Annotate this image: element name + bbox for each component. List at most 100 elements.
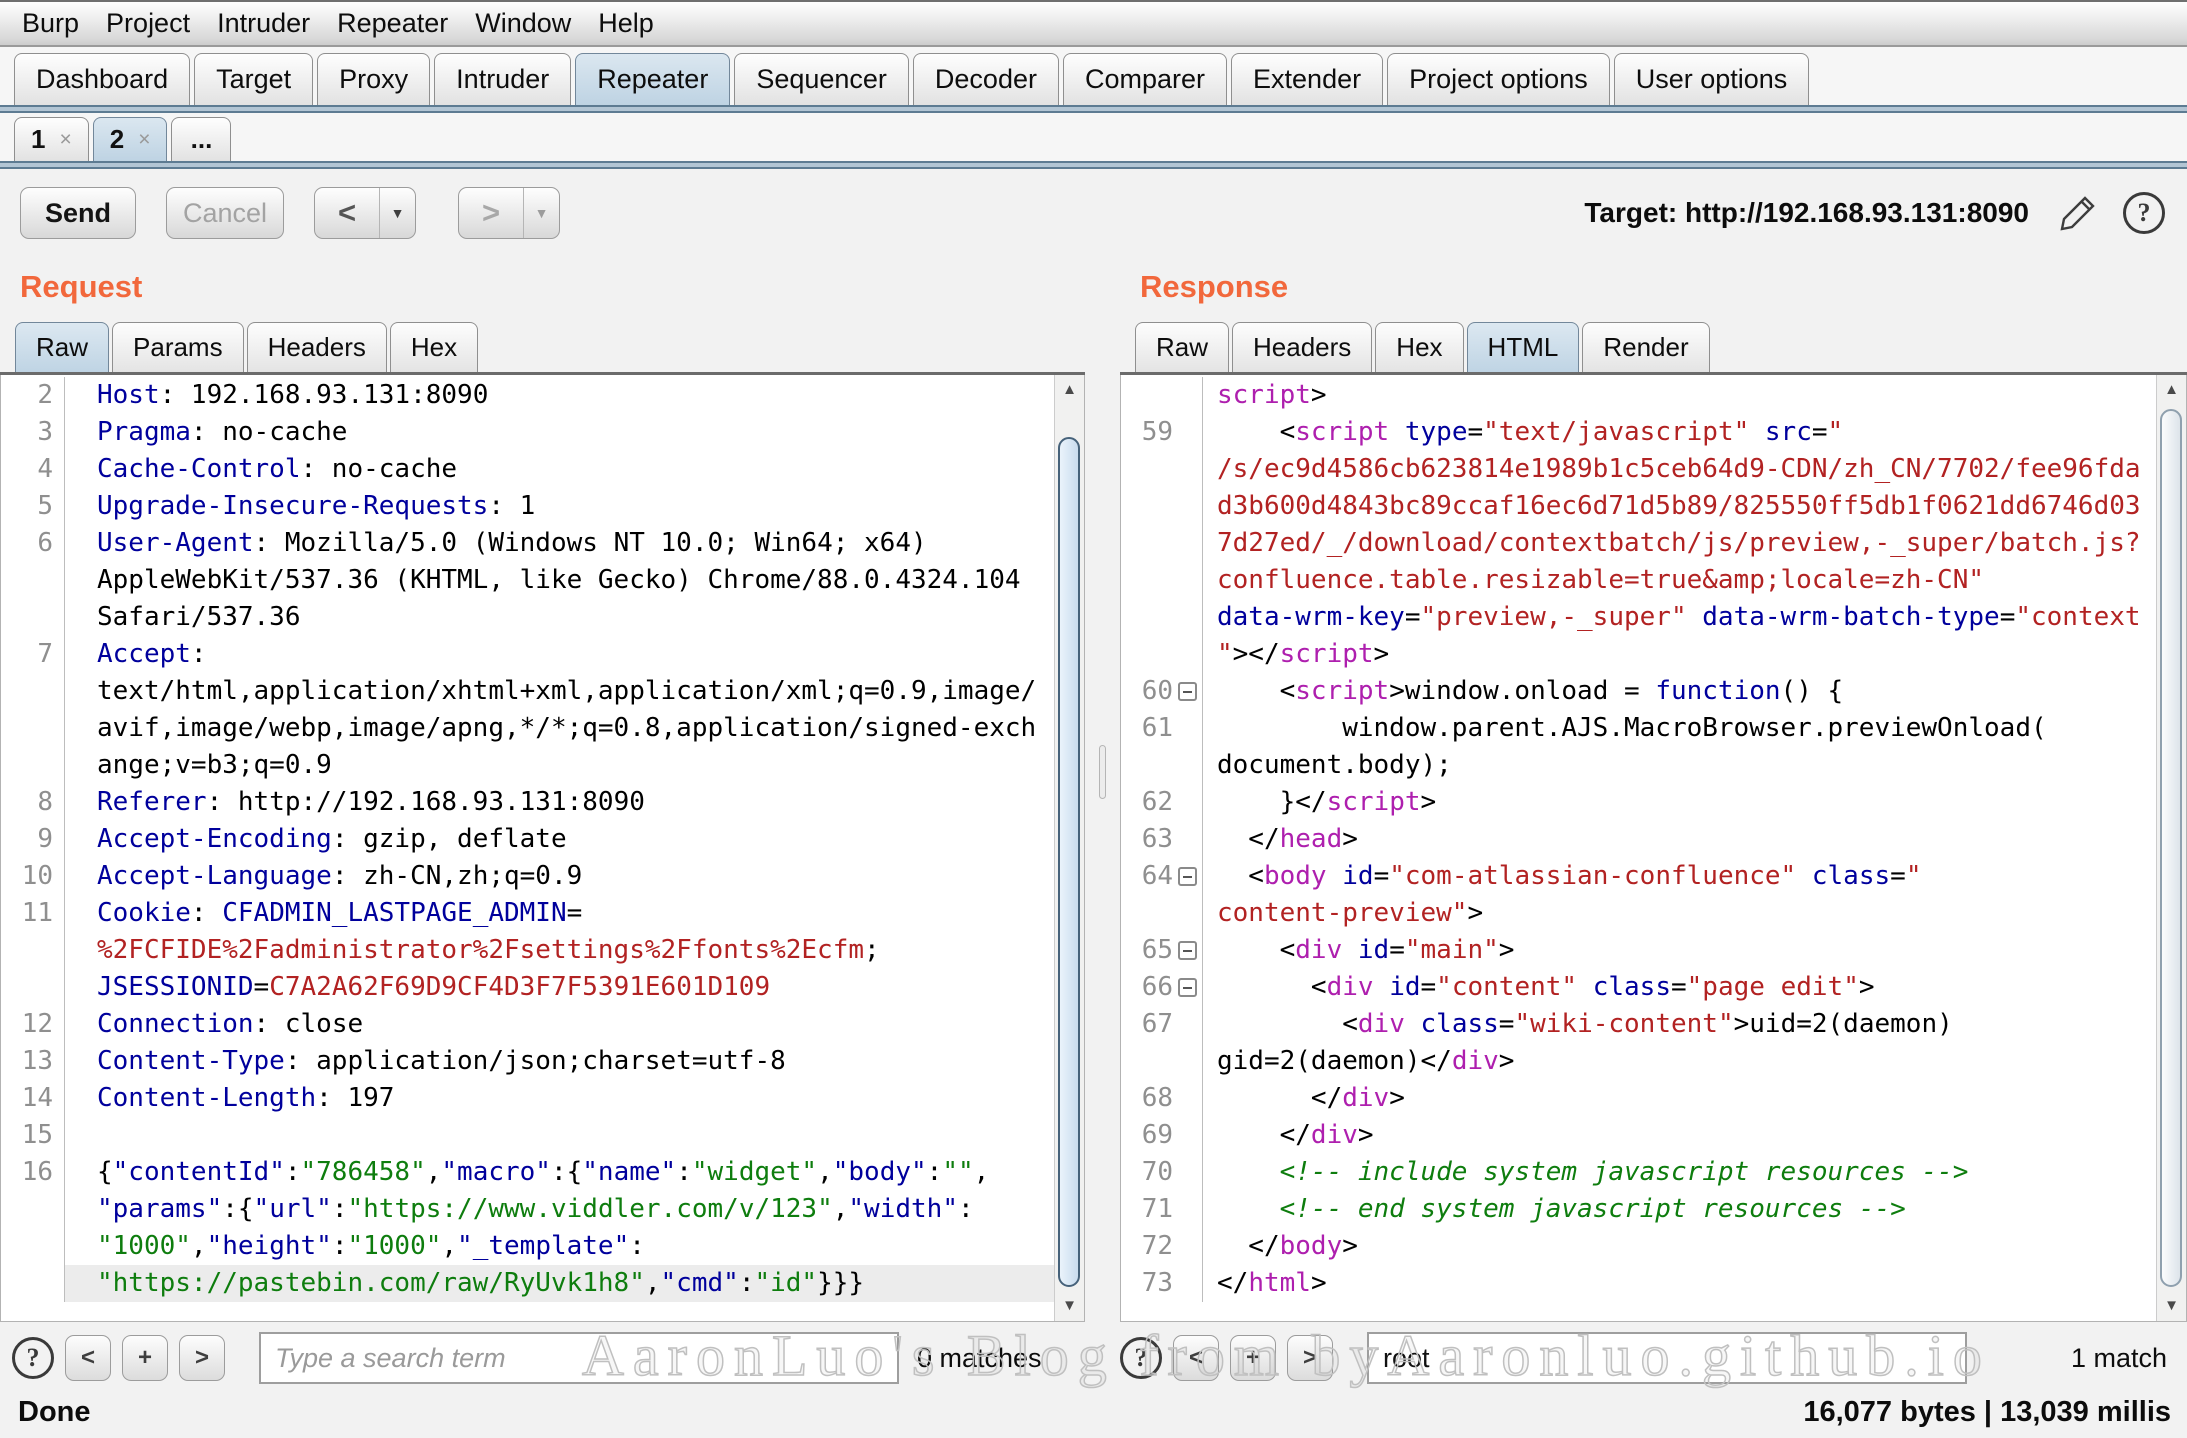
send-button[interactable]: Send	[20, 187, 136, 239]
request-scrollbar-thumb[interactable]	[1058, 437, 1080, 1287]
request-search-add-button[interactable]: +	[122, 1335, 168, 1381]
fold-icon[interactable]	[1178, 682, 1197, 701]
menu-bar: Burp Project Intruder Repeater Window Help	[0, 0, 2187, 47]
edit-target-icon[interactable]	[2055, 190, 2101, 236]
tab-repeater[interactable]: Repeater	[575, 53, 730, 105]
session-bar-divider	[0, 161, 2187, 169]
scroll-down-icon[interactable]: ▼	[1055, 1291, 1084, 1321]
close-icon[interactable]: ×	[59, 128, 71, 152]
response-size-time: 16,077 bytes | 13,039 millis	[1803, 1396, 2171, 1429]
back-dropdown-icon[interactable]: ▼	[379, 188, 415, 238]
response-code-line: data-wrm-key="preview,-_super" data-wrm-…	[1121, 599, 2156, 636]
request-tab-hex[interactable]: Hex	[390, 322, 478, 372]
menu-item-help[interactable]: Help	[598, 8, 654, 39]
tab-bar-divider	[0, 105, 2187, 113]
response-search-next-button[interactable]: >	[1287, 1335, 1333, 1381]
request-tab-headers[interactable]: Headers	[247, 322, 387, 372]
fold-icon[interactable]	[1178, 867, 1197, 886]
menu-item-repeater[interactable]: Repeater	[337, 8, 448, 39]
request-search-next-button[interactable]: >	[179, 1335, 225, 1381]
request-code-line: 7Accept:	[1, 636, 1054, 673]
response-code-line: d3b600d4843bc89ccaf16ec6d71d5b89/825550f…	[1121, 488, 2156, 525]
request-pane-title: Request	[0, 257, 1085, 311]
session-tab-1[interactable]: 1×	[14, 117, 89, 161]
response-code-line: 60 <script>window.onload = function() {	[1121, 673, 2156, 710]
next-request-button[interactable]: > ▼	[458, 187, 560, 239]
response-code-line: gid=2(daemon)</div>	[1121, 1043, 2156, 1080]
tab-project-options[interactable]: Project options	[1387, 53, 1610, 105]
response-scrollbar-thumb[interactable]	[2160, 409, 2182, 1287]
tab-dashboard[interactable]: Dashboard	[14, 53, 190, 105]
splitter-handle[interactable]	[1099, 745, 1106, 799]
response-code-line: 64 <body id="com-atlassian-confluence" c…	[1121, 858, 2156, 895]
response-pane-title: Response	[1120, 257, 2187, 311]
request-search-prev-button[interactable]: <	[65, 1335, 111, 1381]
cancel-button[interactable]: Cancel	[166, 187, 284, 239]
tab-intruder[interactable]: Intruder	[434, 53, 571, 105]
response-code-line: 69 </div>	[1121, 1117, 2156, 1154]
response-tab-raw[interactable]: Raw	[1135, 322, 1229, 372]
scroll-up-icon[interactable]: ▲	[2157, 375, 2186, 405]
request-code-line: avif,image/webp,image/apng,*/*;q=0.8,app…	[1, 710, 1054, 747]
request-code-line: 13Content-Type: application/json;charset…	[1, 1043, 1054, 1080]
session-tab-2[interactable]: 2×	[93, 117, 168, 161]
response-code-line: 62 }</script>	[1121, 784, 2156, 821]
response-code-line: confluence.table.resizable=true&amp;loca…	[1121, 562, 2156, 599]
menu-item-intruder[interactable]: Intruder	[217, 8, 310, 39]
menu-item-project[interactable]: Project	[106, 8, 190, 39]
previous-request-button[interactable]: < ▼	[314, 187, 416, 239]
tab-proxy[interactable]: Proxy	[317, 53, 430, 105]
request-tab-params[interactable]: Params	[112, 322, 244, 372]
pane-splitter[interactable]	[1085, 257, 1120, 1322]
menu-item-window[interactable]: Window	[475, 8, 571, 39]
request-code-line: 14Content-Length: 197	[1, 1080, 1054, 1117]
forward-dropdown-icon[interactable]: ▼	[523, 188, 559, 238]
tab-decoder[interactable]: Decoder	[913, 53, 1059, 105]
session-tab-tab[interactable]: ...	[171, 117, 231, 161]
request-code-line: ange;v=b3;q=0.9	[1, 747, 1054, 784]
menu-item-burp[interactable]: Burp	[22, 8, 79, 39]
scroll-down-icon[interactable]: ▼	[2157, 1291, 2186, 1321]
request-tab-raw[interactable]: Raw	[15, 322, 109, 372]
response-search-add-button[interactable]: +	[1230, 1335, 1276, 1381]
response-tab-hex[interactable]: Hex	[1375, 322, 1463, 372]
response-code-line: content-preview">	[1121, 895, 2156, 932]
response-code-line: 73</html>	[1121, 1265, 2156, 1302]
request-code-line: JSESSIONID=C7A2A62F69D9CF4D3F7F5391E601D…	[1, 969, 1054, 1006]
request-search-matches: 0 matches	[917, 1343, 1042, 1374]
response-code-line: 61 window.parent.AJS.MacroBrowser.previe…	[1121, 710, 2156, 747]
search-help-icon[interactable]: ?	[12, 1337, 54, 1379]
forward-arrow-icon: >	[459, 188, 523, 238]
request-search-group: ? <+> 0 matches	[0, 1322, 1120, 1394]
request-code-line: Safari/537.36	[1, 599, 1054, 636]
close-icon[interactable]: ×	[138, 128, 150, 152]
response-tab-render[interactable]: Render	[1582, 322, 1709, 372]
tab-comparer[interactable]: Comparer	[1063, 53, 1227, 105]
request-search-buttons: <+>	[54, 1335, 225, 1381]
search-help-icon[interactable]: ?	[1120, 1337, 1162, 1379]
request-search-input[interactable]	[259, 1332, 899, 1384]
tab-extender[interactable]: Extender	[1231, 53, 1383, 105]
response-search-group: ? <+> 1 match	[1120, 1322, 2187, 1394]
fold-icon[interactable]	[1178, 978, 1197, 997]
fold-icon[interactable]	[1178, 941, 1197, 960]
scroll-up-icon[interactable]: ▲	[1055, 375, 1084, 405]
search-bar: ? <+> 0 matches ? <+> 1 match	[0, 1322, 2187, 1394]
response-editor[interactable]: script>59 <script type="text/javascript"…	[1120, 375, 2187, 1322]
tab-target[interactable]: Target	[194, 53, 313, 105]
request-scrollbar[interactable]: ▲ ▼	[1054, 375, 1084, 1321]
response-code-line: 7d27ed/_/download/contextbatch/js/previe…	[1121, 525, 2156, 562]
response-search-buttons: <+>	[1162, 1335, 1333, 1381]
tab-user-options[interactable]: User options	[1614, 53, 1810, 105]
request-code-line: 15	[1, 1117, 1054, 1154]
response-search-input[interactable]	[1367, 1332, 1967, 1384]
help-icon[interactable]: ?	[2123, 192, 2165, 234]
response-tab-html[interactable]: HTML	[1467, 322, 1580, 372]
request-view-tabs: RawParamsHeadersHex	[0, 311, 1085, 375]
response-scrollbar[interactable]: ▲ ▼	[2156, 375, 2186, 1321]
request-code-line: "params":{"url":"https://www.viddler.com…	[1, 1191, 1054, 1228]
request-editor[interactable]: 2Host: 192.168.93.131:80903Pragma: no-ca…	[0, 375, 1085, 1322]
response-tab-headers[interactable]: Headers	[1232, 322, 1372, 372]
tab-sequencer[interactable]: Sequencer	[734, 53, 909, 105]
response-search-prev-button[interactable]: <	[1173, 1335, 1219, 1381]
